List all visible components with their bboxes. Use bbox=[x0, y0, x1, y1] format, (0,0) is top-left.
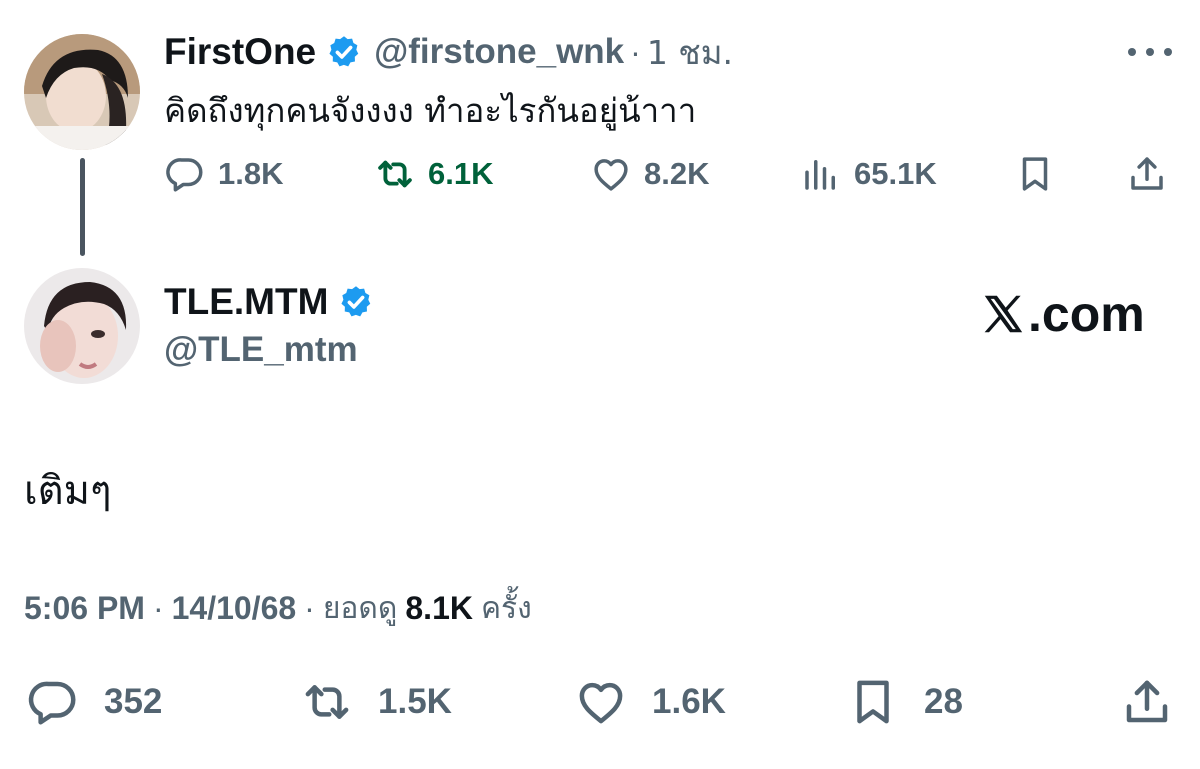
like-button[interactable]: 8.2K bbox=[590, 150, 709, 198]
share-icon bbox=[1126, 680, 1168, 723]
separator: · bbox=[152, 589, 164, 626]
views-label: ยอดดู bbox=[322, 590, 398, 626]
more-icon[interactable] bbox=[1128, 36, 1172, 68]
verified-icon bbox=[329, 36, 359, 67]
views-icon bbox=[805, 160, 835, 190]
repost-icon bbox=[378, 160, 412, 188]
avatar-firstone[interactable] bbox=[24, 34, 140, 150]
like-icon bbox=[594, 159, 628, 191]
timestamp[interactable]: 1 ชม. bbox=[647, 26, 733, 79]
tweet-time[interactable]: 5:06 PM bbox=[24, 590, 145, 627]
bookmark-icon bbox=[857, 680, 889, 724]
views-count: 8.1K bbox=[405, 589, 473, 626]
display-name[interactable]: TLE.MTM bbox=[164, 281, 328, 323]
tweet-text: คิดถึงทุกคนจังงงง ทำอะไรกันอยู่น้าาา bbox=[164, 91, 697, 130]
reply-icon bbox=[166, 158, 203, 192]
separator: · bbox=[304, 589, 315, 626]
reply-count: 352 bbox=[104, 682, 163, 721]
x-logo-icon bbox=[984, 295, 1023, 333]
separator: · bbox=[630, 33, 641, 70]
share-button[interactable] bbox=[1120, 674, 1198, 730]
handle[interactable]: @firstone_wnk bbox=[374, 32, 624, 72]
display-name[interactable]: FirstOne bbox=[164, 31, 316, 73]
handle[interactable]: @TLE_mtm bbox=[164, 330, 358, 370]
bookmark-button[interactable]: 28 bbox=[846, 674, 963, 730]
like-icon bbox=[579, 682, 623, 724]
like-count: 8.2K bbox=[644, 156, 710, 191]
views-suffix: ครั้ง bbox=[480, 590, 532, 626]
parent-tweet-header: FirstOne @firstone_wnk · 1 ชม. bbox=[164, 26, 733, 78]
brand-watermark: .com bbox=[980, 285, 1145, 343]
views-count: 65.1K bbox=[854, 156, 937, 191]
like-button[interactable]: 1.6K bbox=[574, 674, 726, 730]
tweet-text: เติมๆ bbox=[24, 468, 112, 514]
parent-action-bar: 1.8K 6.1K 8.2K 65.1K bbox=[0, 150, 1200, 198]
share-icon bbox=[1131, 157, 1163, 190]
like-count: 1.6K bbox=[652, 682, 726, 721]
bookmark-icon bbox=[1022, 157, 1048, 191]
share-button[interactable] bbox=[1126, 150, 1180, 198]
tweet-date[interactable]: 14/10/68 bbox=[172, 590, 297, 627]
repost-button[interactable]: 1.5K bbox=[300, 674, 452, 730]
bookmark-button[interactable] bbox=[1014, 150, 1068, 198]
repost-icon bbox=[305, 685, 349, 719]
verified-icon bbox=[341, 286, 371, 317]
reply-button[interactable]: 352 bbox=[26, 674, 162, 730]
bookmark-count: 28 bbox=[924, 682, 963, 721]
views-button[interactable]: 65.1K bbox=[800, 150, 937, 198]
reply-button[interactable]: 1.8K bbox=[164, 150, 283, 198]
avatar-tle-mtm[interactable] bbox=[24, 268, 140, 384]
reply-action-bar: 352 1.5K 1.6K 28 bbox=[0, 674, 1200, 730]
reply-tweet-header: TLE.MTM bbox=[164, 278, 374, 326]
repost-count: 1.5K bbox=[378, 682, 452, 721]
repost-count: 6.1K bbox=[428, 156, 494, 191]
reply-count: 1.8K bbox=[218, 156, 284, 191]
reply-icon bbox=[28, 681, 76, 725]
repost-button[interactable]: 6.1K bbox=[374, 150, 493, 198]
tweet-meta: 5:06 PM · 14/10/68 · ยอดดู 8.1K ครั้ง bbox=[24, 585, 532, 631]
brand-text: .com bbox=[1028, 286, 1145, 342]
